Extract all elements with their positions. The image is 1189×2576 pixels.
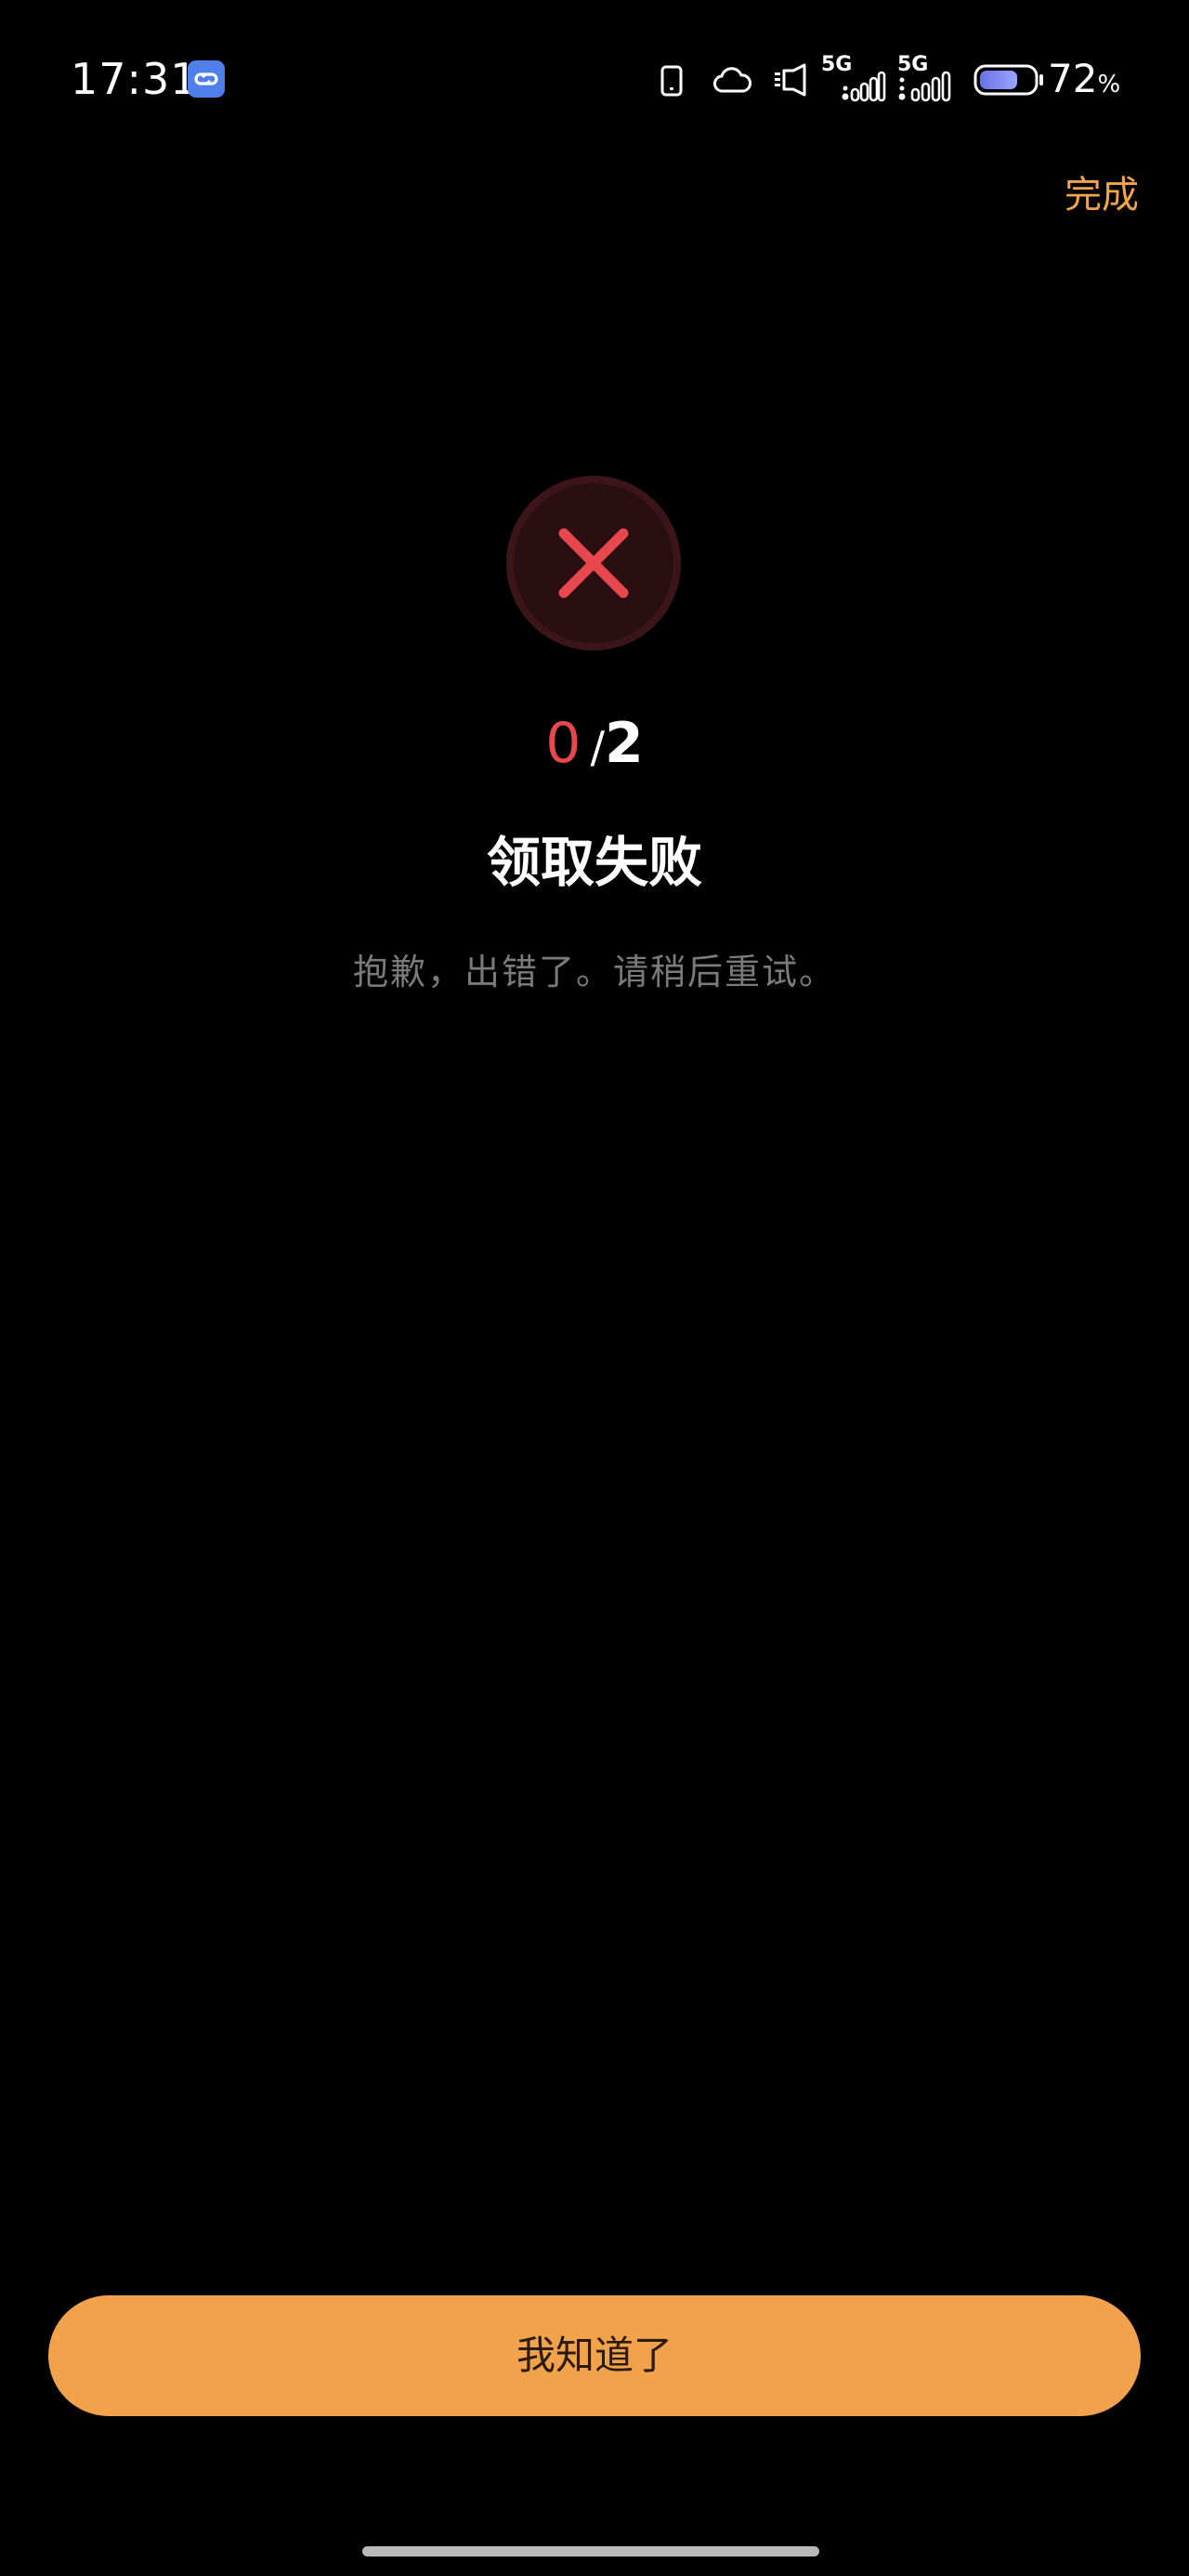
claim-count: 0/2 [0, 706, 1189, 795]
signal-5g-icon: 5G [821, 54, 886, 102]
battery-fill [980, 71, 1017, 89]
status-time: 17:31 [71, 54, 199, 104]
speaker-icon [775, 63, 806, 97]
status-icons: 5G 5G 72% [650, 54, 1170, 106]
battery-percent-sign: % [1097, 71, 1121, 99]
result-title: 领取失败 [486, 831, 702, 894]
confirm-button[interactable]: 我知道了 [48, 2295, 1141, 2416]
count-total: 2 [604, 711, 644, 776]
count-separator: / [590, 722, 605, 772]
result-message: 抱歉，出错了。请稍后重试。 [352, 952, 836, 992]
phone-icon [660, 65, 683, 97]
home-indicator[interactable] [362, 2546, 819, 2556]
battery-percent-value: 72 [1048, 56, 1098, 101]
battery-icon [973, 64, 1043, 96]
cloud-icon [713, 67, 751, 93]
battery-percent: 72% [1048, 52, 1120, 112]
error-status-circle [506, 476, 681, 651]
close-icon [558, 528, 629, 598]
status-bar: 17:31 5G 5G 72% [0, 0, 1189, 158]
count-current: 0 [545, 711, 581, 776]
signal-5g-icon: 5G [897, 54, 962, 102]
done-button[interactable]: 完成 [1065, 167, 1139, 223]
link-icon [188, 60, 225, 98]
